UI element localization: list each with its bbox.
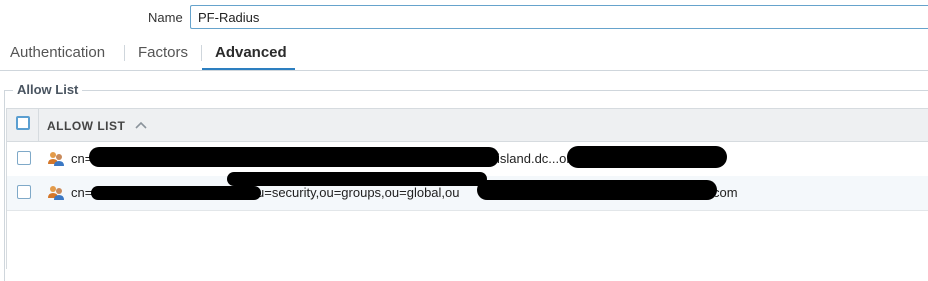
allow-list-grid: ALLOW LIST cn= island.dc...om cn= u=secu… — [6, 108, 928, 269]
select-all-checkbox[interactable] — [16, 116, 30, 130]
redaction-mark — [89, 147, 499, 167]
tab-advanced[interactable]: Advanced — [202, 44, 295, 70]
user-group-icon — [48, 152, 64, 166]
redaction-mark — [567, 146, 727, 168]
name-row: Name — [0, 5, 928, 31]
name-input[interactable] — [190, 5, 928, 29]
column-header-allow-list[interactable]: ALLOW LIST — [47, 119, 125, 133]
grid-header: ALLOW LIST — [7, 109, 928, 142]
user-group-icon — [48, 186, 64, 200]
row-dn-end: island.dc...om — [497, 151, 578, 166]
tab-factors[interactable]: Factors — [138, 44, 188, 70]
row-dn-middle: u=security,ou=groups,ou=global,ou — [257, 185, 460, 200]
name-label: Name — [148, 10, 183, 25]
row-checkbox[interactable] — [17, 185, 31, 199]
row-dn-start: cn= — [71, 185, 93, 200]
redaction-mark — [227, 172, 487, 186]
tab-authentication[interactable]: Authentication — [10, 44, 105, 70]
section-title: Allow List — [13, 82, 83, 97]
table-row[interactable]: cn= u=security,ou=groups,ou=global,ou co… — [7, 172, 928, 211]
row-checkbox[interactable] — [17, 151, 31, 165]
tab-bar: Authentication Factors Advanced — [0, 38, 928, 71]
redaction-mark — [477, 180, 717, 200]
redaction-mark — [91, 186, 261, 200]
header-checkbox-cell — [7, 109, 39, 141]
chevron-up-icon[interactable] — [134, 118, 148, 132]
tab-divider — [124, 45, 125, 61]
